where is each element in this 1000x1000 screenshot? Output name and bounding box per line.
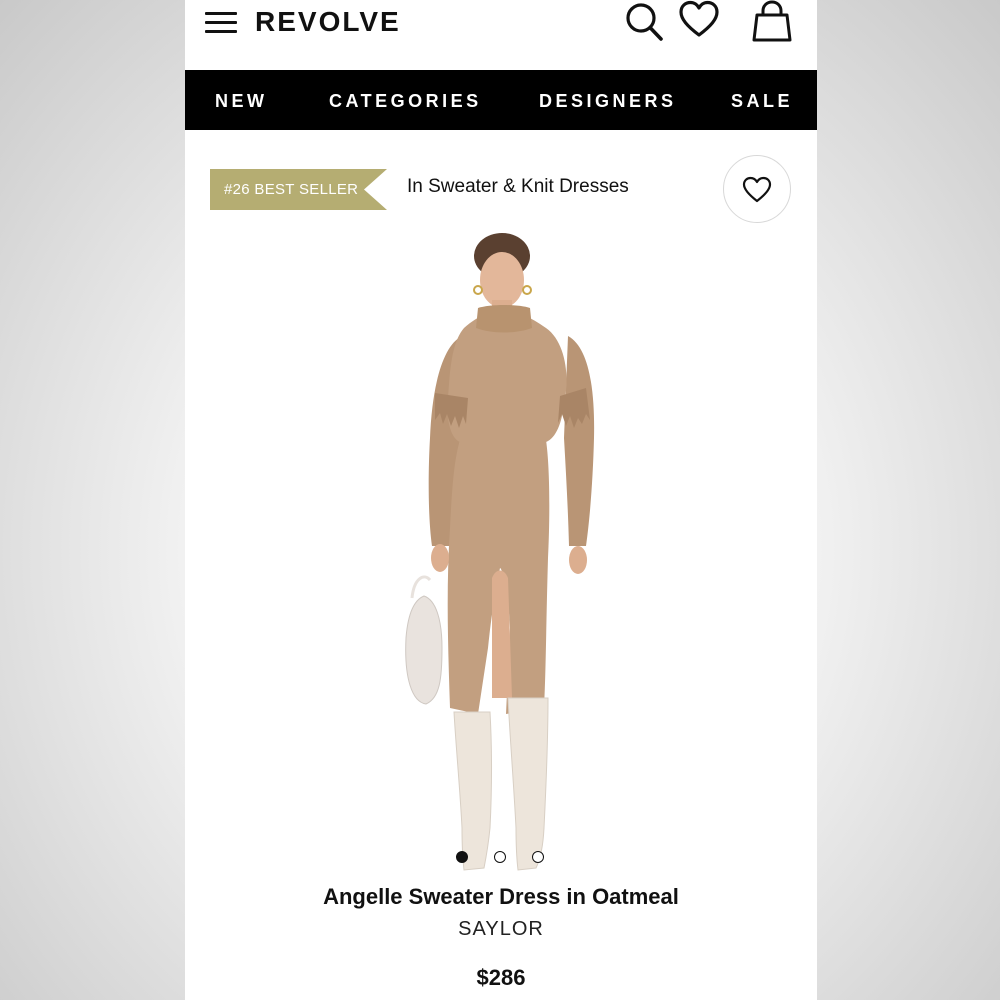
best-seller-text: #26 BEST SELLER	[224, 181, 359, 198]
search-icon[interactable]	[623, 0, 665, 44]
carousel-dot-3[interactable]	[532, 851, 544, 863]
best-seller-badge: #26 BEST SELLER	[210, 169, 387, 210]
add-to-wishlist-button[interactable]	[723, 155, 791, 223]
logo[interactable]: REVOLVE	[255, 2, 401, 42]
nav-sale[interactable]: SALE	[731, 70, 793, 130]
carousel-dot-2[interactable]	[494, 851, 506, 863]
brand-link[interactable]: SAYLOR	[185, 918, 817, 941]
product-price: $286	[476, 965, 526, 990]
menu-icon[interactable]	[205, 12, 239, 34]
nav-new[interactable]: NEW	[215, 70, 268, 130]
heart-icon[interactable]	[679, 0, 719, 40]
product-image[interactable]	[380, 228, 620, 878]
category-rank-label[interactable]: In Sweater & Knit Dresses	[407, 176, 629, 198]
app-screen: REVOLVE NEW CATEGORIES DESIGNERS SALE #2…	[185, 0, 817, 1000]
carousel-dot-1[interactable]	[456, 851, 468, 863]
main-nav: NEW CATEGORIES DESIGNERS SALE	[185, 70, 817, 130]
product-title: Angelle Sweater Dress in Oatmeal	[323, 884, 679, 909]
top-bar: REVOLVE	[185, 0, 817, 70]
heart-outline-icon	[742, 176, 772, 203]
nav-categories[interactable]: CATEGORIES	[329, 70, 482, 130]
shopping-bag-icon[interactable]	[751, 0, 793, 44]
nav-designers[interactable]: DESIGNERS	[539, 70, 677, 130]
